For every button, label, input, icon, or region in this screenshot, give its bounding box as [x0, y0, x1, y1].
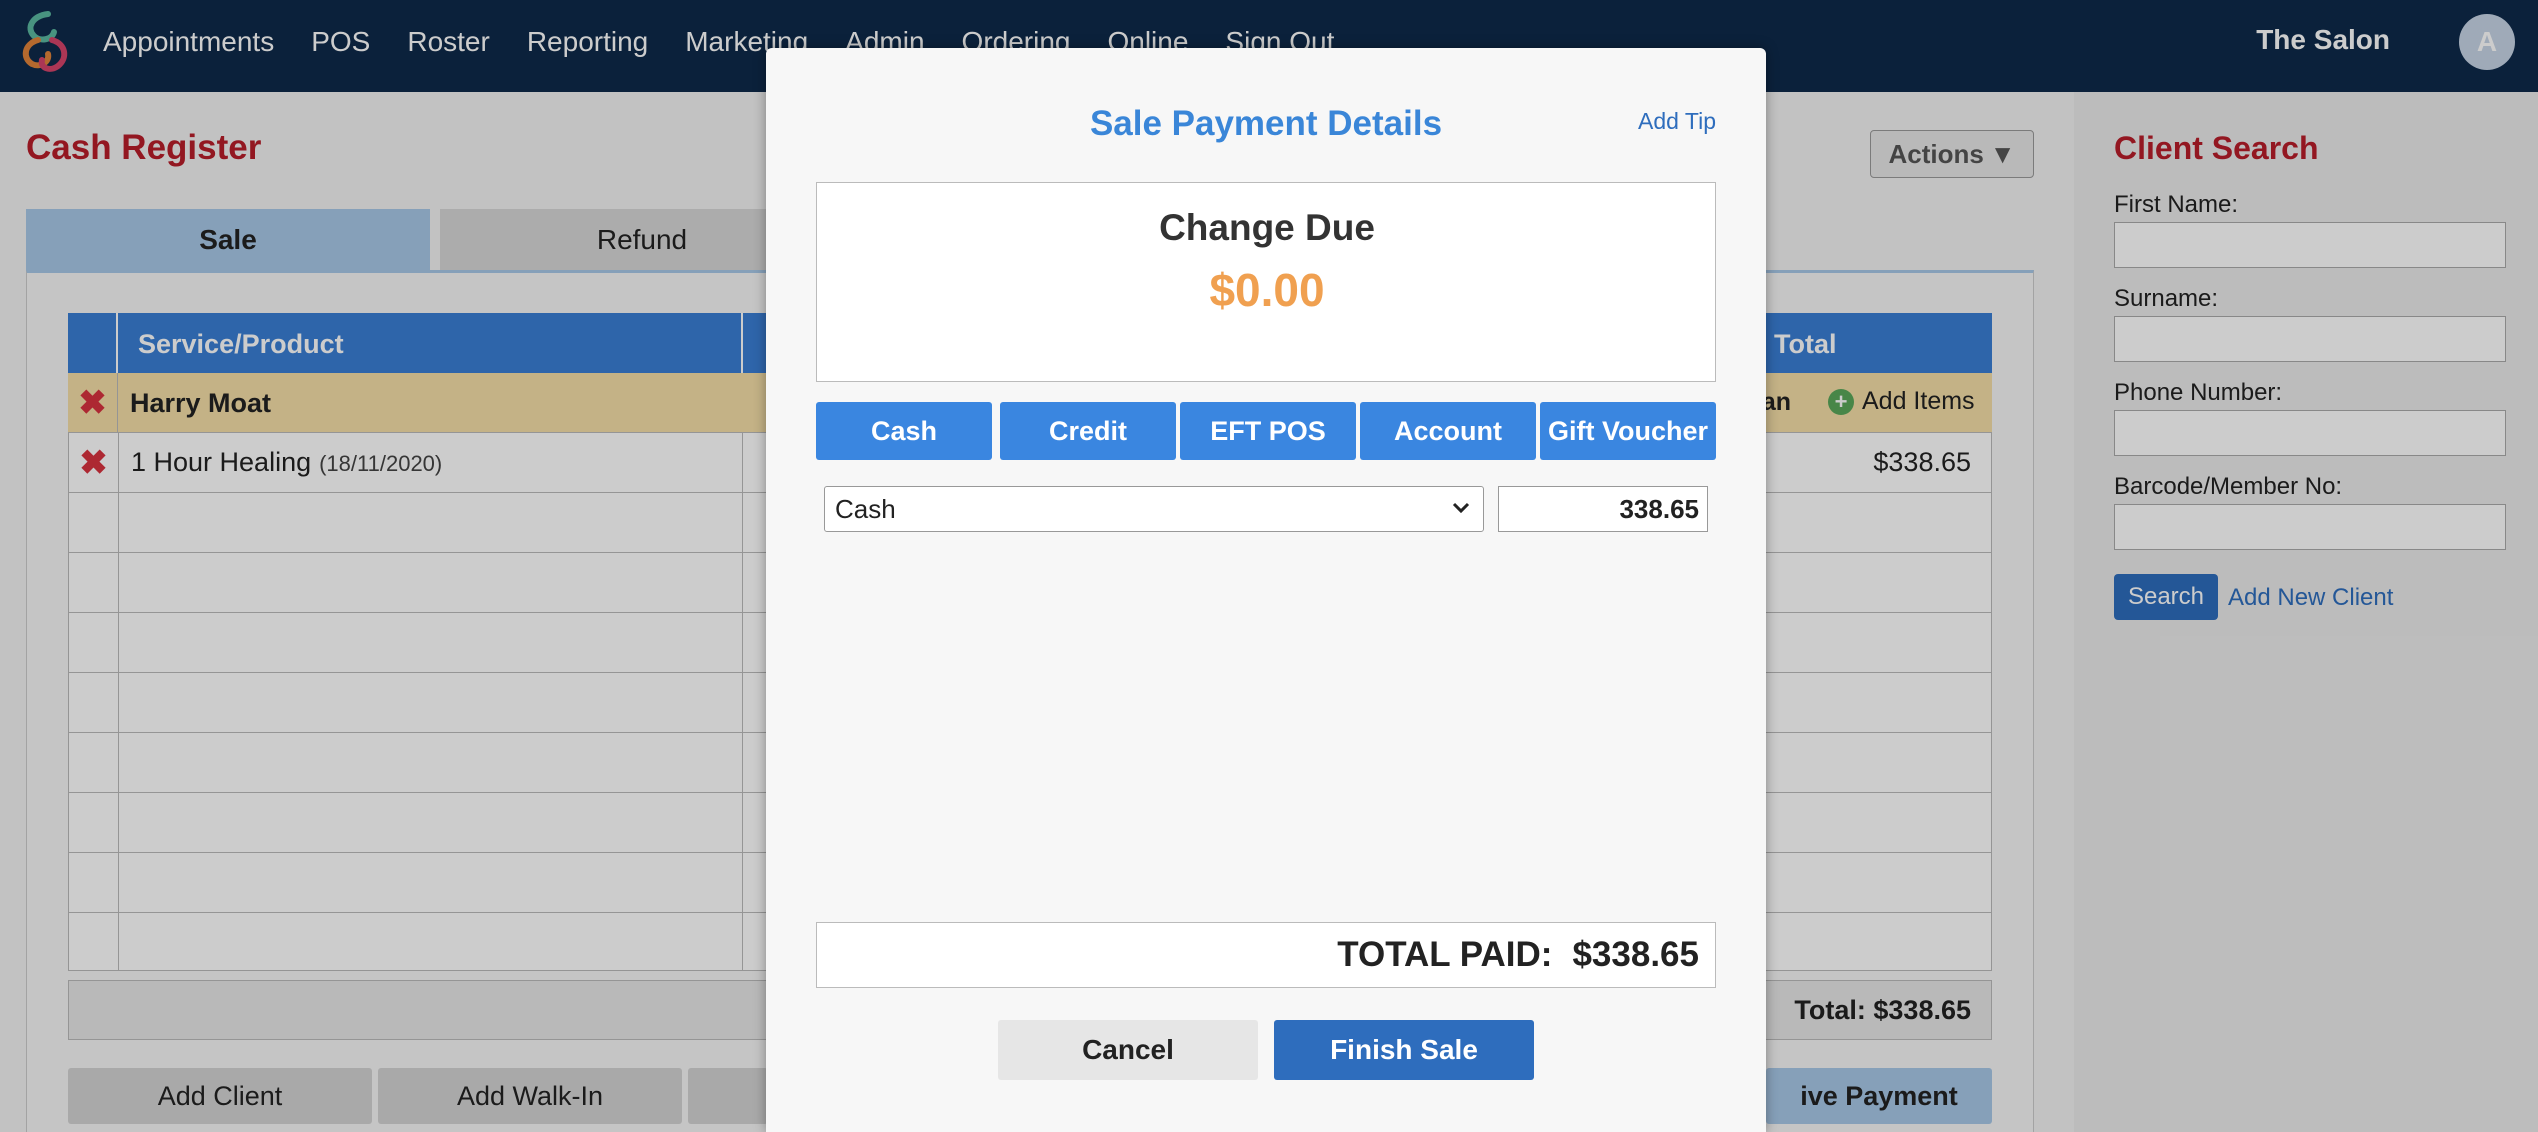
chevron-down-icon: [1452, 502, 1470, 514]
payment-amount-input[interactable]: 338.65: [1498, 486, 1708, 532]
eftpos-button[interactable]: EFT POS: [1180, 402, 1356, 460]
credit-button[interactable]: Credit: [1000, 402, 1176, 460]
modal-title: Sale Payment Details: [1089, 104, 1443, 143]
total-paid-label: TOTAL PAID:: [1337, 935, 1553, 974]
total-paid-box: TOTAL PAID: $338.65: [816, 922, 1716, 988]
cash-button[interactable]: Cash: [816, 402, 992, 460]
change-due-box: Change Due $0.00: [816, 182, 1716, 382]
total-paid-value: $338.65: [1572, 935, 1699, 974]
change-due-amount: $0.00: [1209, 264, 1325, 316]
cancel-button[interactable]: Cancel: [998, 1020, 1258, 1080]
sale-payment-modal: Sale Payment Details Add Tip Change Due …: [766, 48, 1766, 1132]
payment-method-select[interactable]: Cash: [824, 486, 1484, 532]
add-tip-link[interactable]: Add Tip: [1638, 108, 1716, 135]
change-due-label: Change Due: [1159, 207, 1375, 248]
finish-sale-button[interactable]: Finish Sale: [1274, 1020, 1534, 1080]
payment-method-value: Cash: [835, 493, 896, 524]
gift-voucher-button[interactable]: Gift Voucher: [1540, 402, 1716, 460]
account-button[interactable]: Account: [1360, 402, 1536, 460]
